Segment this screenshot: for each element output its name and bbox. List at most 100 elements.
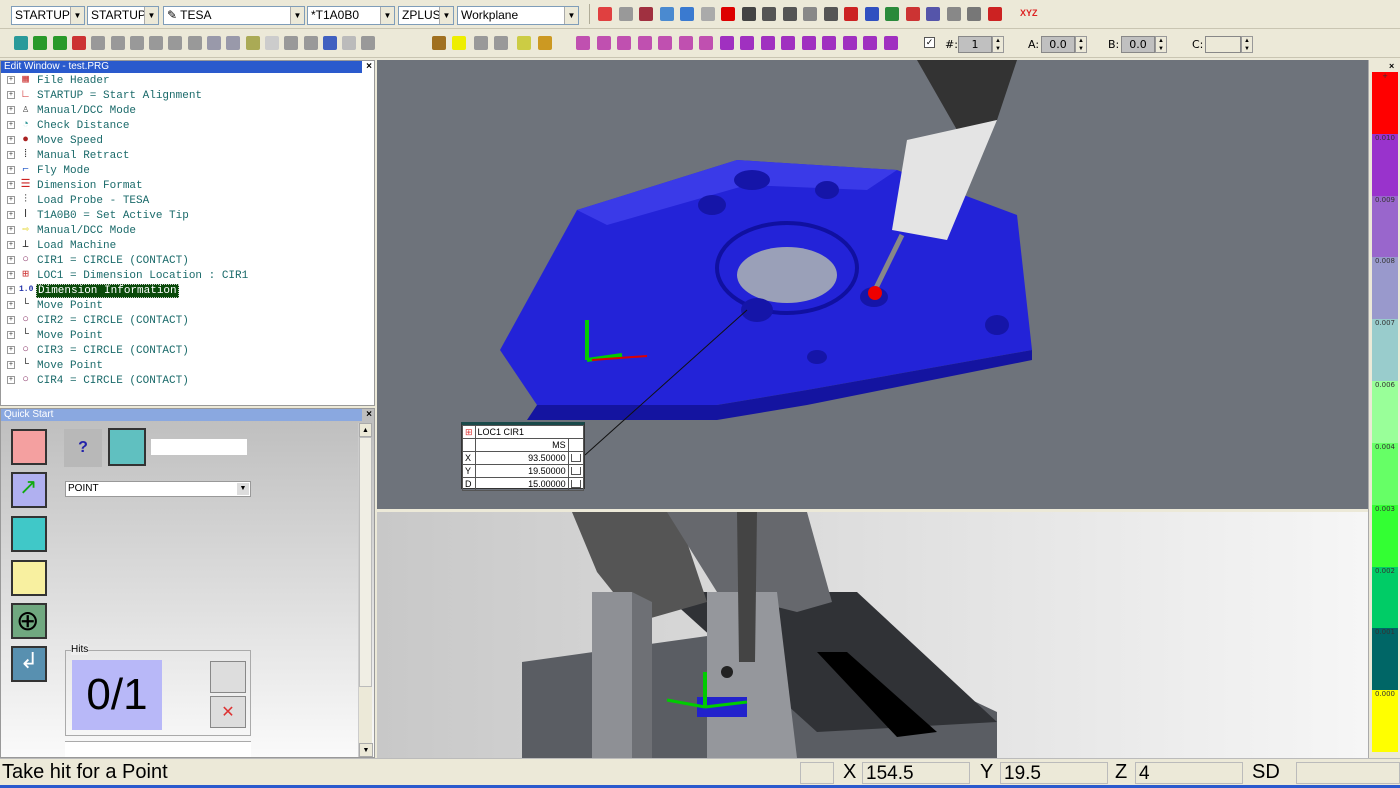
feature-13-icon[interactable] [822,36,836,50]
expand-icon[interactable]: + [7,106,15,115]
delete-hit-button[interactable]: ✕ [210,696,246,728]
expand-icon[interactable]: + [7,76,15,85]
return-icon[interactable]: ↲ [11,646,47,682]
dimension-info-box[interactable]: ⊞ LOC1 CIR1 MS X 93.50000 Y 19.50000 D 15.00… [461,422,585,491]
take-hit-button[interactable] [210,661,246,693]
tree-item[interactable]: + ♙ Manual/DCC Mode [7,104,137,119]
feature-4-icon[interactable] [637,36,652,50]
dimension-button[interactable] [11,560,47,596]
close-icon[interactable]: × [366,409,372,420]
layout-icon[interactable] [598,7,612,21]
expand-icon[interactable]: + [7,136,15,145]
a-field[interactable]: 0.0 [1041,36,1075,53]
xyz-button[interactable]: XYZ [1020,8,1038,18]
tree-item[interactable]: + ⊞ LOC1 = Dimension Location : CIR1 [7,269,249,284]
tree-item[interactable]: + ☰ Dimension Format [7,179,144,194]
expand-icon[interactable]: + [7,181,15,190]
auto-icon[interactable] [474,36,488,50]
layers-icon[interactable] [885,7,899,21]
expand-icon[interactable]: + [7,376,15,385]
tree-item[interactable]: + ⊥ Load Machine [7,239,117,254]
clipboard-icon[interactable] [823,7,838,21]
b-field[interactable]: 0.0 [1121,36,1155,53]
c-spinner[interactable]: ▲ ▼ [1241,36,1253,53]
mark-icon[interactable] [33,36,48,50]
skip-icon[interactable] [110,36,125,50]
clear-marks-icon[interactable] [71,36,86,50]
feature-8-icon[interactable] [719,36,734,50]
tree-item[interactable]: + ○ CIR2 = CIRCLE (CONTACT) [7,314,190,329]
feature-3-icon[interactable] [617,36,631,50]
probe-tool-icon[interactable] [538,36,552,50]
manual-mode-icon[interactable] [452,36,466,50]
c-field[interactable] [1205,36,1241,53]
count-spinner[interactable]: ▲ ▼ [992,36,1004,53]
alignment-select[interactable]: STARTUP ▼ [11,6,85,25]
expand-icon[interactable]: + [7,211,15,220]
feature-9-icon[interactable] [740,36,754,50]
redo-icon[interactable] [342,36,357,50]
mark-all-icon[interactable] [52,36,67,50]
expand-icon[interactable]: + [7,196,15,205]
alignment-button[interactable]: ↗ [11,472,47,508]
expand-icon[interactable]: + [7,166,15,175]
feature-11-icon[interactable] [781,36,795,50]
cad-view-icon[interactable] [226,36,241,50]
help-icon[interactable]: ? [64,429,102,467]
count-field[interactable]: 1 [958,36,992,53]
expand-icon[interactable]: + [7,331,15,340]
pen-icon[interactable] [803,7,817,21]
expand-icon[interactable]: + [7,301,15,310]
tree-item[interactable]: + ⌐ Fly Mode [7,164,91,179]
expand-icon[interactable]: + [7,226,15,235]
workplane-dir-select[interactable]: ZPLUS ▼ [398,6,454,25]
probe-setup-button[interactable] [11,516,47,552]
dcc-mode-icon[interactable] [432,36,446,50]
feature-name-input[interactable] [151,439,247,455]
alignment2-select[interactable]: STARTUP ▼ [87,6,159,25]
axes-icon[interactable] [905,7,920,21]
probe-select[interactable]: ✎ TESA ▼ [163,6,305,25]
feature-5-icon[interactable] [658,36,672,50]
stop-icon[interactable] [91,36,106,50]
expand-icon[interactable]: + [7,361,15,370]
feature-1-icon[interactable] [576,36,590,50]
zoom-icon[interactable] [680,7,694,21]
feature-12-icon[interactable] [801,36,816,50]
report-icon[interactable] [639,7,653,21]
grid-icon[interactable] [700,7,715,21]
tree-item[interactable]: + ⇨ Manual/DCC Mode [7,224,137,239]
feature-type-select[interactable]: POINT ▼ [65,481,251,497]
close-icon[interactable]: × [1389,61,1394,71]
expand-icon[interactable]: + [7,241,15,250]
node2-icon[interactable] [187,36,202,50]
probe-icon[interactable] [926,7,940,21]
ruler-icon[interactable] [946,7,961,21]
tree-item[interactable]: + └ Move Point [7,299,104,314]
pan-icon[interactable] [741,7,756,21]
record-icon[interactable] [149,36,164,50]
tree-item[interactable]: + ○ CIR4 = CIRCLE (CONTACT) [7,374,190,389]
delete-icon[interactable] [361,36,376,50]
scrollbar[interactable]: ▲ ▼ [358,423,373,757]
probe-change-icon[interactable] [517,36,531,50]
tip-select[interactable]: *T1A0B0 ▼ [307,6,395,25]
expand-icon[interactable]: + [7,316,15,325]
tree-item[interactable]: + ⫶ Load Probe - TESA [7,194,150,209]
feature-16-icon[interactable] [883,36,898,50]
copy-icon[interactable] [264,36,279,50]
tree-item[interactable]: +1.0 Dimension Information [7,284,179,299]
tree-item[interactable]: + ∟ STARTUP = Start Alignment [7,89,203,104]
rotary-checkbox[interactable]: ✓ [924,37,935,48]
crosshair-icon[interactable]: ⊕ [11,603,47,639]
feature-2-icon[interactable] [596,36,611,50]
tree-item[interactable]: + ⁞ Manual Retract [7,149,130,164]
feature-10-icon[interactable] [760,36,775,50]
expand-icon[interactable]: + [7,121,15,130]
undo-icon[interactable] [322,36,337,50]
text-view-icon[interactable] [207,36,221,50]
tree-item[interactable]: + └ Move Point [7,359,104,374]
expand-icon[interactable]: + [7,256,15,265]
expand-icon[interactable]: + [7,286,15,295]
tree-item[interactable]: + ǀ T1A0B0 = Set Active Tip [7,209,190,224]
